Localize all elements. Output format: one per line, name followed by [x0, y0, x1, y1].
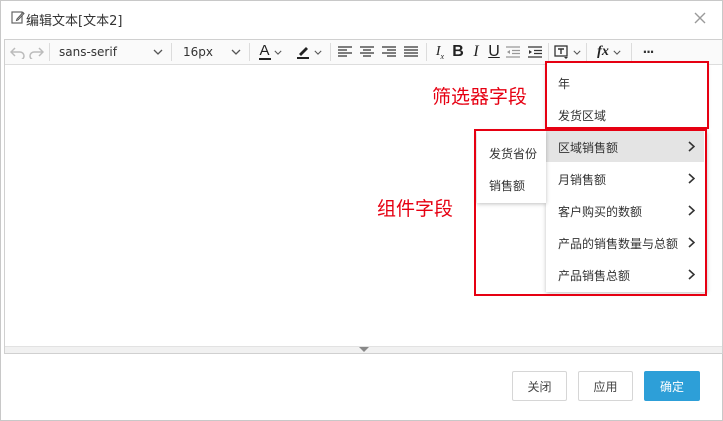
apply-button[interactable]: 应用: [578, 371, 633, 401]
editor-toolbar: sans-serif 16px A Ix B I U fx ···: [5, 40, 722, 65]
chevron-down-icon: [153, 49, 163, 55]
font-color-icon: A: [258, 42, 271, 60]
insert-field-button[interactable]: [552, 42, 582, 62]
confirm-button[interactable]: 确定: [644, 371, 700, 401]
chevron-down-icon: [613, 50, 621, 55]
menu-item-shipping-region[interactable]: 发货区域: [558, 107, 606, 124]
align-center-icon: [360, 46, 374, 57]
more-icon: ···: [642, 45, 655, 59]
bold-button[interactable]: B: [450, 42, 466, 62]
redo-icon: [29, 47, 44, 59]
clear-format-button[interactable]: Ix: [432, 42, 448, 62]
align-left-button[interactable]: [336, 42, 354, 62]
filter-field-menu: 年 发货区域: [546, 63, 707, 128]
align-left-icon: [338, 46, 352, 57]
chevron-down-icon: [572, 50, 581, 55]
indent-button[interactable]: [526, 42, 544, 62]
toolbar-separator: [426, 43, 427, 61]
close-button[interactable]: 关闭: [512, 371, 567, 401]
align-right-icon: [382, 46, 396, 57]
resize-handle-icon[interactable]: [359, 347, 369, 352]
chevron-right-icon: [688, 269, 695, 280]
indent-icon: [528, 46, 542, 58]
redo-button[interactable]: [27, 42, 45, 62]
edit-text-dialog: 编辑文本[文本2] sans-serif 16px A Ix B I U fx …: [0, 0, 723, 421]
align-justify-button[interactable]: [402, 42, 420, 62]
font-size-value: 16px: [183, 45, 213, 59]
menu-item-label: 区域销售额: [558, 141, 619, 155]
submenu-item-province[interactable]: 发货省份: [489, 145, 537, 162]
outdent-icon: [506, 46, 520, 58]
toolbar-separator: [49, 43, 50, 61]
menu-item-year[interactable]: 年: [558, 75, 570, 92]
font-color-button[interactable]: A: [255, 42, 285, 62]
toolbar-separator: [631, 43, 632, 61]
menu-item-label: 产品销售总额: [558, 269, 631, 283]
underline-button[interactable]: U: [486, 42, 502, 62]
font-size-select[interactable]: 16px: [181, 42, 243, 62]
menu-item-label: 客户购买的数额: [558, 205, 643, 219]
align-justify-icon: [404, 46, 418, 57]
edit-icon: [11, 11, 25, 24]
menu-item-region-sales[interactable]: 区域销售额: [546, 131, 704, 162]
toolbar-separator: [171, 43, 172, 61]
chevron-right-icon: [688, 173, 695, 184]
close-icon[interactable]: [693, 11, 707, 25]
toolbar-separator: [548, 43, 549, 61]
menu-item-monthly-sales[interactable]: 月销售额: [546, 163, 704, 194]
toolbar-separator: [586, 43, 587, 61]
align-center-button[interactable]: [358, 42, 376, 62]
menu-item-product-sales-total[interactable]: 产品销售总额: [546, 259, 704, 290]
more-button[interactable]: ···: [637, 42, 659, 62]
chevron-right-icon: [688, 205, 695, 216]
font-family-value: sans-serif: [59, 45, 117, 59]
menu-item-customer-purchase[interactable]: 客户购买的数额: [546, 195, 704, 226]
highlighter-icon: [296, 47, 309, 59]
chevron-down-icon: [273, 50, 282, 55]
undo-button[interactable]: [9, 42, 27, 62]
filter-fields-annotation: 筛选器字段: [432, 86, 528, 108]
toolbar-separator: [330, 43, 331, 61]
italic-button[interactable]: I: [468, 42, 484, 62]
dialog-title: 编辑文本[文本2]: [26, 14, 123, 29]
toolbar-separator: [249, 43, 250, 61]
outdent-button[interactable]: [504, 42, 522, 62]
region-sales-submenu: 发货省份 销售额: [477, 131, 546, 203]
chevron-right-icon: [688, 237, 695, 248]
formula-button[interactable]: fx: [592, 42, 626, 62]
insert-field-icon: [553, 45, 568, 59]
undo-icon: [10, 47, 25, 59]
menu-item-label: 月销售额: [558, 173, 607, 187]
align-right-button[interactable]: [380, 42, 398, 62]
dialog-titlebar: 编辑文本[文本2]: [1, 1, 722, 38]
font-family-select[interactable]: sans-serif: [55, 42, 167, 62]
chevron-right-icon: [688, 141, 695, 152]
highlight-color-button[interactable]: [291, 42, 325, 62]
menu-item-product-quantity-total[interactable]: 产品的销售数量与总额: [546, 227, 704, 258]
component-field-menu: 区域销售额 月销售额 客户购买的数额 产品的销售数量与总额 产品销售总额: [546, 131, 707, 292]
chevron-down-icon: [313, 50, 322, 55]
function-icon: fx: [597, 44, 609, 59]
menu-item-label: 产品的销售数量与总额: [558, 237, 679, 251]
submenu-item-sales[interactable]: 销售额: [489, 177, 525, 194]
clear-format-icon: Ix: [435, 43, 445, 61]
chevron-down-icon: [231, 49, 241, 55]
component-fields-annotation: 组件字段: [377, 198, 454, 220]
